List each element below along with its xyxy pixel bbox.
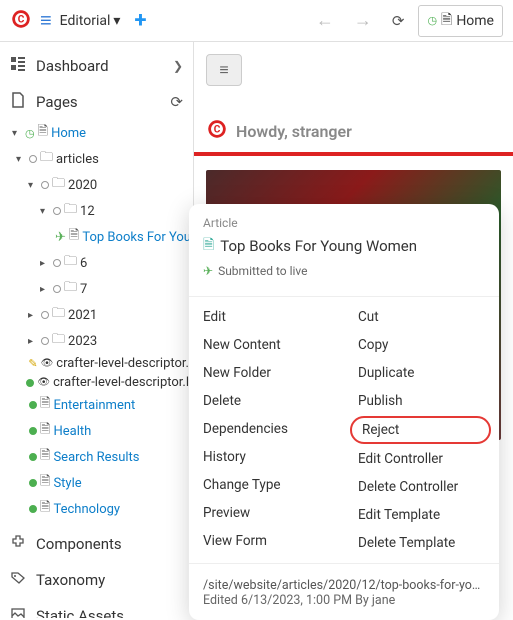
url-box[interactable]: ◷ 🗎 Home: [418, 5, 503, 37]
cm-delete[interactable]: Delete: [189, 387, 344, 415]
refresh-icon[interactable]: ⟳: [170, 93, 183, 111]
dashboard-icon: [10, 56, 26, 76]
cm-edited: Edited 6/13/2023, 1:00 PM By jane: [203, 593, 485, 608]
tree-12[interactable]: ▾🗀12: [4, 198, 189, 224]
cm-submitted-label: Submitted to live: [218, 264, 307, 278]
section-label: Taxonomy: [36, 571, 105, 589]
tree-articles[interactable]: ▾🗀articles: [4, 146, 189, 172]
logo-icon: C: [10, 8, 32, 34]
tree-2020[interactable]: ▾🗀2020: [4, 172, 189, 198]
chevron-right-icon: ❯: [173, 59, 183, 73]
plane-icon: ✈: [203, 264, 213, 278]
tree-search-results[interactable]: 🗎Search Results: [4, 444, 189, 470]
nav-back-icon[interactable]: ←: [310, 10, 340, 31]
tree-health[interactable]: 🗎Health: [4, 418, 189, 444]
reload-icon[interactable]: ⟳: [386, 12, 411, 30]
page-icon: 🗎: [203, 234, 214, 258]
section-components[interactable]: Components: [0, 526, 193, 562]
cm-view-form[interactable]: View Form: [189, 527, 344, 555]
section-label: Static Assets: [36, 607, 124, 618]
tree-technology[interactable]: 🗎Technology: [4, 496, 189, 522]
cm-duplicate[interactable]: Duplicate: [344, 359, 499, 387]
url-label: Home: [456, 13, 494, 29]
section-taxonomy[interactable]: Taxonomy: [0, 562, 193, 598]
svg-text:C: C: [214, 125, 221, 136]
tree-2021[interactable]: ▸🗀2021: [4, 302, 189, 328]
tree-style[interactable]: 🗎Style: [4, 470, 189, 496]
greeting-text: Howdy, stranger: [236, 122, 352, 141]
section-static-assets[interactable]: Static Assets: [0, 598, 193, 618]
cm-reject[interactable]: Reject: [350, 416, 491, 444]
components-icon: [10, 534, 26, 554]
cm-title: Top Books For Young Women: [220, 237, 417, 255]
clock-icon: ◷: [427, 14, 437, 27]
cm-path: /site/website/articles/2020/12/top-books…: [203, 578, 485, 593]
tree-cld1[interactable]: ✎👁crafter-level-descriptor.: [4, 354, 189, 373]
cm-copy[interactable]: Copy: [344, 331, 499, 359]
section-pages[interactable]: Pages ⟳: [0, 84, 193, 120]
page-icon: 🗎: [441, 9, 452, 33]
tree-2023[interactable]: ▸🗀2023: [4, 328, 189, 354]
workspace-dropdown[interactable]: Editorial ▾: [60, 13, 121, 29]
tree-7[interactable]: ▸🗀7: [4, 276, 189, 302]
cm-change-type[interactable]: Change Type: [189, 471, 344, 499]
chevron-down-icon: ▾: [113, 13, 120, 29]
cm-subtitle: Article: [203, 216, 485, 230]
main-menu-icon[interactable]: ≡: [40, 8, 52, 33]
cm-edit-controller[interactable]: Edit Controller: [344, 445, 499, 473]
sidebar: Dashboard ❯ Pages ⟳ ▾◷🗎Home ▾🗀articles ▾…: [0, 42, 194, 618]
svg-text:C: C: [18, 14, 25, 25]
context-menu: Article 🗎 Top Books For Young Women ✈ Su…: [189, 204, 499, 620]
section-label: Components: [36, 535, 122, 553]
logo-icon: C: [206, 118, 228, 144]
add-button[interactable]: +: [134, 8, 146, 33]
section-label: Dashboard: [36, 57, 109, 75]
section-dashboard[interactable]: Dashboard ❯: [0, 48, 193, 84]
tree-6[interactable]: ▸🗀6: [4, 250, 189, 276]
cm-cut[interactable]: Cut: [344, 303, 499, 331]
tree-top-books[interactable]: ✈🗎Top Books For Young Women: [4, 224, 189, 250]
cm-edit-template[interactable]: Edit Template: [344, 501, 499, 529]
nav-forward-icon[interactable]: →: [348, 10, 378, 31]
taxonomy-icon: [10, 570, 26, 590]
workspace-label: Editorial: [60, 13, 111, 29]
cm-publish[interactable]: Publish: [344, 387, 499, 415]
pages-icon: [10, 92, 26, 112]
tree-entertainment[interactable]: 🗎Entertainment: [4, 392, 189, 418]
cm-new-folder[interactable]: New Folder: [189, 359, 344, 387]
pages-tree: ▾◷🗎Home ▾🗀articles ▾🗀2020 ▾🗀12 ✈🗎Top Boo…: [0, 120, 193, 526]
tree-home[interactable]: ▾◷🗎Home: [4, 120, 189, 146]
static-assets-icon: [10, 606, 26, 618]
cm-preview[interactable]: Preview: [189, 499, 344, 527]
cm-edit[interactable]: Edit: [189, 303, 344, 331]
cm-history[interactable]: History: [189, 443, 344, 471]
content-menu-button[interactable]: ≡: [206, 54, 242, 86]
section-label: Pages: [36, 93, 78, 111]
cm-new-content[interactable]: New Content: [189, 331, 344, 359]
tree-cld2[interactable]: 👁crafter-level-descriptor.l: [4, 373, 189, 392]
cm-dependencies[interactable]: Dependencies: [189, 415, 344, 443]
cm-delete-template[interactable]: Delete Template: [344, 529, 499, 557]
cm-delete-controller[interactable]: Delete Controller: [344, 473, 499, 501]
